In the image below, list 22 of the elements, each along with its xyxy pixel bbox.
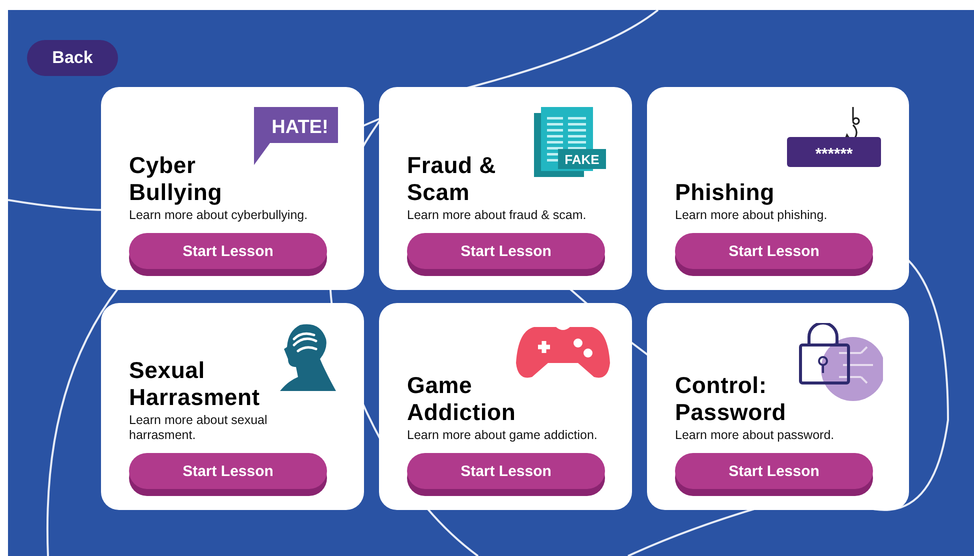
- lesson-title: Cyber Bullying: [129, 152, 222, 206]
- start-lesson-button[interactable]: Start Lesson: [675, 453, 873, 489]
- lesson-title: Game Addiction: [407, 372, 516, 426]
- start-lesson-button[interactable]: Start Lesson: [129, 453, 327, 489]
- lesson-description: Learn more about fraud & scam.: [407, 208, 588, 223]
- lesson-description: Learn more about game addiction.: [407, 428, 598, 443]
- start-lesson-button[interactable]: Start Lesson: [407, 233, 605, 269]
- lesson-title: Sexual Harrasment: [129, 357, 260, 411]
- head-silhouette-icon: [280, 323, 338, 393]
- lesson-title: Control: Password: [675, 372, 786, 426]
- lesson-title: Fraud & Scam: [407, 152, 496, 206]
- lesson-title: Phishing: [675, 179, 775, 206]
- lesson-description: Learn more about password.: [675, 428, 836, 443]
- back-button[interactable]: Back: [27, 40, 118, 76]
- lesson-description: Learn more about phishing.: [675, 208, 828, 223]
- start-lesson-button[interactable]: Start Lesson: [675, 233, 873, 269]
- start-lesson-button[interactable]: Start Lesson: [407, 453, 605, 489]
- padlock-icon: [799, 323, 883, 403]
- lesson-description: Learn more about sexual harrasment.: [129, 413, 268, 443]
- start-lesson-button[interactable]: Start Lesson: [129, 233, 327, 269]
- speech-bubble-icon: HATE!: [252, 107, 338, 165]
- lesson-description: Learn more about cyberbullying.: [129, 208, 309, 223]
